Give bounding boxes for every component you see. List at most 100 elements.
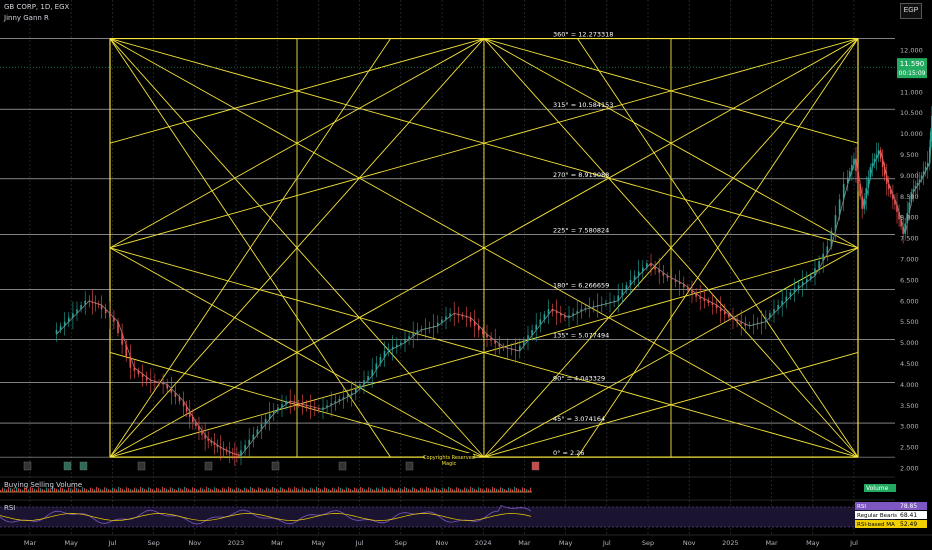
volume-bar [488,488,490,492]
volume-bar [340,487,342,492]
y-tick-label: 7.500 [900,235,919,243]
price-candle-body [100,304,103,310]
volume-bar [296,487,298,492]
x-tick-label: Mar [271,539,284,547]
volume-bar [328,489,330,492]
rsi-tag-label: Regular Bearish [857,513,901,519]
volume-bar [430,488,432,492]
price-candle-body [711,302,714,305]
price-candle-body [849,171,851,178]
price-candle-body [826,246,829,254]
price-candle-body [588,307,591,309]
price-candle-body [350,392,353,395]
price-candle-body [847,177,849,184]
gann-level-label: 0° = 2.26 [553,449,584,457]
volume-bar [136,488,138,492]
price-candle-body [428,326,431,328]
volume-bar [530,487,532,492]
volume-bar [312,488,314,492]
gann-level-label: 180° = 6.266659 [553,282,609,290]
price-candle-body [699,296,701,299]
price-candle-body [797,285,800,289]
time-axis[interactable]: Mar May Jul Sep Nov 2023 Mar May Jul Sep Nov 2024 Ma… [24,539,858,547]
volume-bar [4,488,6,492]
y-tick-label: 11.000 [900,88,923,96]
price-candle-body [869,167,872,178]
price-candle-body [929,147,931,163]
volume-bar [180,488,182,492]
chart-canvas[interactable]: Volume RSI 78.85 Regular Bearish 68.41 RSI-b… [0,0,932,550]
price-candle-body [765,317,767,322]
price-candle-body [396,344,398,347]
price-candle-body [322,407,324,410]
x-tick-label: 2025 [722,539,739,547]
volume-bar [106,488,108,492]
price-candle-body [769,313,771,318]
indicator-title: Jinny Gann R [4,14,49,22]
price-candle-body [523,340,525,346]
volume-bar [218,489,220,492]
x-tick-label: Sep [642,539,654,547]
price-candle-body [133,367,136,371]
price-candle-body [871,162,874,168]
volume-bar [338,487,340,492]
volume-bar [12,488,14,492]
volume-bar [90,487,92,492]
volume-bar [452,488,454,492]
gann-level-label: 90° = 4.043329 [553,375,605,383]
price-candle-body [404,339,406,343]
volume-bar [166,488,168,492]
price-candle-body [613,300,615,302]
price-candle-body [531,330,533,336]
price-candle-body [859,183,861,197]
price-candle-body [633,275,636,280]
price-candle-body [547,309,550,315]
price-candle-body [72,313,74,318]
volume-bar [390,487,392,492]
price-candle-body [213,442,216,446]
volume-bar [368,487,370,492]
y-tick-label: 8.000 [900,214,919,222]
price-candle-body [806,278,808,282]
volume-bar [416,489,418,492]
currency-button[interactable]: EGP [900,3,922,19]
volume-tag-label: Volume [866,485,889,492]
x-tick-label: 2024 [475,539,492,547]
volume-bar [192,487,194,492]
price-candle-body [256,429,259,435]
price-candle-body [842,183,845,200]
volume-bar [334,488,336,492]
volume-bar [406,487,408,492]
price-candle-body [707,300,710,303]
volume-bar [130,489,132,492]
price-candle-body [129,356,132,368]
price-candle-body [121,333,123,345]
price-candle-body [207,438,209,441]
price-candle-body [412,333,414,337]
price-candle-body [625,285,628,291]
x-tick-label: Nov [683,539,696,547]
x-tick-label: Jul [355,539,364,547]
price-candle-body [924,167,927,172]
event-marker [271,461,280,471]
price-candle-body [728,314,730,318]
volume-bar [194,488,196,492]
price-candle-body [260,424,263,430]
x-tick-label: Jul [849,539,858,547]
volume-bar [84,488,86,492]
volume-bar [320,488,322,492]
volume-bar [510,488,512,492]
price-candle-body [238,454,240,456]
price-candle-body [88,300,91,302]
volume-bar [48,488,50,492]
price-axis[interactable]: 11.590 00:15:09 12.000 11.000 10.500 10.000 9.… [897,47,927,473]
price-candle-body [367,376,369,381]
price-candle-body [912,188,915,193]
volume-bar [232,488,234,492]
volume-bar [382,487,384,492]
volume-bar [346,487,348,492]
price-candle-body [519,345,521,351]
price-candle-body [309,406,312,408]
gann-level-labels: 360° = 12.273318 315° = 10.584153 270° = 8… [423,31,613,467]
volume-bar [480,488,482,492]
